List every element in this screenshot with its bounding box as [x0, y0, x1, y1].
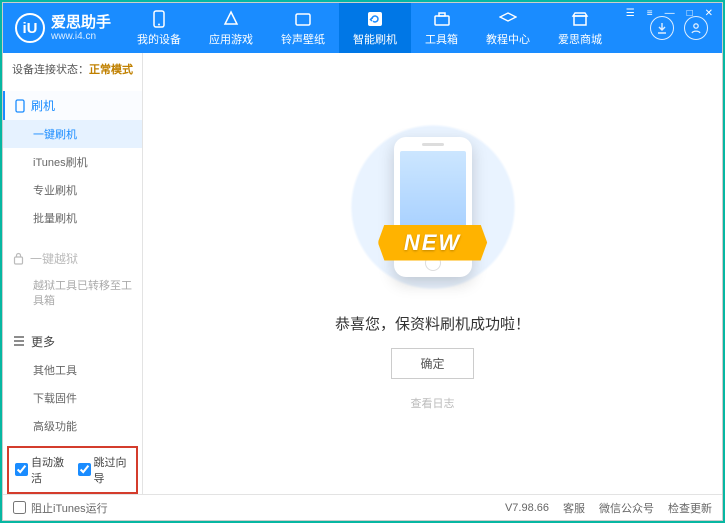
sidebar-cat-more[interactable]: 更多	[3, 327, 142, 356]
activation-options: 自动激活 跳过向导	[7, 446, 138, 494]
ok-button[interactable]: 确定	[391, 348, 473, 379]
sidebar-jailbreak-note: 越狱工具已转移至工具箱	[3, 273, 142, 315]
nav-label: 我的设备	[137, 31, 181, 47]
footer-update[interactable]: 检查更新	[668, 500, 712, 516]
nav-tutorials[interactable]: 教程中心	[472, 3, 544, 53]
user-icon[interactable]	[684, 16, 708, 40]
nav-label: 铃声壁纸	[281, 31, 325, 47]
cat-label: 更多	[31, 333, 55, 350]
brand-url: www.i4.cn	[51, 31, 111, 43]
sidebar-sub-one-key-flash[interactable]: 一键刷机	[3, 120, 142, 148]
apps-icon	[222, 10, 240, 28]
brand-title: 爱思助手	[51, 14, 111, 31]
footer-service[interactable]: 客服	[563, 500, 585, 516]
sidebar-cat-flash[interactable]: 刷机	[3, 91, 142, 120]
nav-store[interactable]: 爱思商城	[544, 3, 616, 53]
titlebar: ☰ ≡ — □ ✕ iU 爱思助手 www.i4.cn 我的设备 应用游戏	[3, 3, 722, 53]
nav-label: 教程中心	[486, 31, 530, 47]
sidebar-sub-download-fw[interactable]: 下载固件	[3, 384, 142, 412]
nav-label: 工具箱	[425, 31, 458, 47]
sidebar-sub-batch-flash[interactable]: 批量刷机	[3, 204, 142, 232]
download-icon[interactable]	[650, 16, 674, 40]
toolbox-icon	[433, 10, 451, 28]
version-label: V7.98.66	[505, 502, 549, 514]
sidebar-sub-other-tools[interactable]: 其他工具	[3, 356, 142, 384]
checkbox-auto-activate[interactable]: 自动激活	[15, 454, 68, 486]
sidebar: 设备连接状态：正常模式 刷机 一键刷机 iTunes刷机 专业刷机 批量刷机 一…	[3, 53, 143, 494]
body-row: 设备连接状态：正常模式 刷机 一键刷机 iTunes刷机 专业刷机 批量刷机 一…	[3, 53, 722, 494]
connection-status: 设备连接状态：正常模式	[3, 53, 142, 85]
sidebar-sub-advanced[interactable]: 高级功能	[3, 412, 142, 440]
logo-icon: iU	[15, 13, 45, 43]
block-itunes-checkbox[interactable]: 阻止iTunes运行	[13, 500, 108, 516]
nav-my-device[interactable]: 我的设备	[123, 3, 195, 53]
shop-icon	[571, 10, 589, 28]
cat-label: 刷机	[31, 97, 55, 114]
success-illustration: NEW	[328, 117, 538, 297]
graduation-icon	[499, 10, 517, 28]
nav-flash[interactable]: 智能刷机	[339, 3, 411, 53]
list-icon	[13, 336, 25, 346]
logo-block: iU 爱思助手 www.i4.cn	[3, 13, 123, 43]
cat-label: 一键越狱	[30, 250, 78, 267]
nav-apps[interactable]: 应用游戏	[195, 3, 267, 53]
nav-label: 应用游戏	[209, 31, 253, 47]
folder-icon	[294, 10, 312, 28]
phone-icon	[150, 10, 168, 28]
nav-label: 智能刷机	[353, 31, 397, 47]
sidebar-cat-jailbreak[interactable]: 一键越狱	[3, 244, 142, 273]
checkbox-skip-guide[interactable]: 跳过向导	[78, 454, 131, 486]
view-log-link[interactable]: 查看日志	[411, 395, 455, 411]
phone-small-icon	[15, 99, 25, 113]
lock-icon	[13, 252, 24, 265]
sidebar-sub-pro-flash[interactable]: 专业刷机	[3, 176, 142, 204]
menu-icon[interactable]: ☰	[623, 6, 638, 21]
new-ribbon: NEW	[378, 225, 487, 261]
footer: 阻止iTunes运行 V7.98.66 客服 微信公众号 检查更新	[3, 494, 722, 520]
nav-label: 爱思商城	[558, 31, 602, 47]
refresh-icon	[366, 10, 384, 28]
footer-wechat[interactable]: 微信公众号	[599, 500, 654, 516]
app-window: ☰ ≡ — □ ✕ iU 爱思助手 www.i4.cn 我的设备 应用游戏	[2, 2, 723, 521]
sidebar-sub-itunes-flash[interactable]: iTunes刷机	[3, 148, 142, 176]
success-message: 恭喜您，保资料刷机成功啦！	[335, 313, 530, 334]
top-nav: 我的设备 应用游戏 铃声壁纸 智能刷机 工具箱 教程中心	[123, 3, 650, 53]
nav-ringtones[interactable]: 铃声壁纸	[267, 3, 339, 53]
conn-label: 设备连接状态：	[12, 64, 89, 76]
nav-toolbox[interactable]: 工具箱	[411, 3, 472, 53]
main-panel: NEW 恭喜您，保资料刷机成功啦！ 确定 查看日志	[143, 53, 722, 494]
conn-value: 正常模式	[89, 64, 133, 76]
